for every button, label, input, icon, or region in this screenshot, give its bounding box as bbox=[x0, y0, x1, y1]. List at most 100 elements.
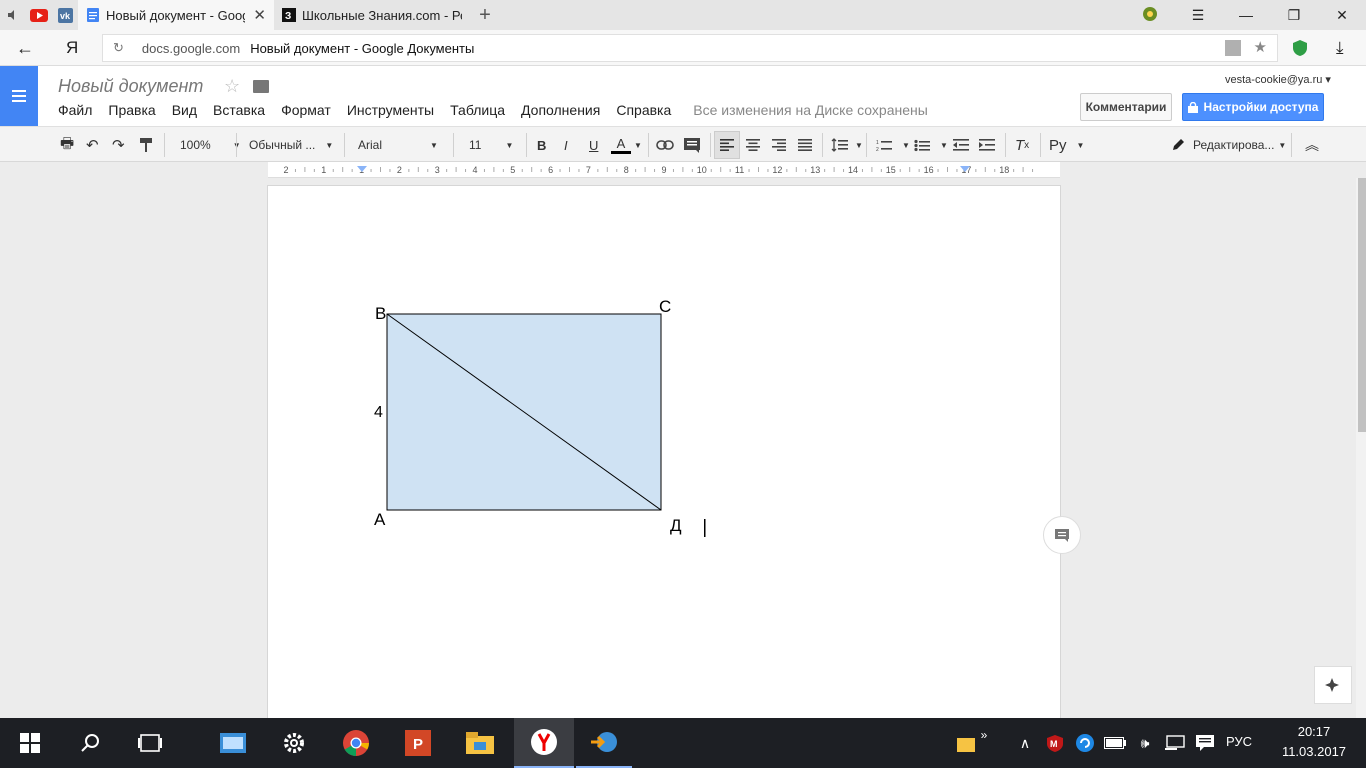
clock[interactable]: 20:17 11.03.2017 bbox=[1272, 722, 1356, 762]
ruler-label: 10 bbox=[697, 165, 707, 175]
text-color-button[interactable]: A bbox=[611, 127, 631, 163]
underline-button[interactable]: U bbox=[589, 127, 598, 163]
font-size-select[interactable]: 11 ▼ bbox=[469, 127, 513, 163]
powerpoint-icon[interactable]: P bbox=[390, 718, 446, 768]
star-icon[interactable]: ☆ bbox=[224, 76, 240, 97]
bookmark-star-icon[interactable]: ★ bbox=[1254, 38, 1267, 56]
menu-help[interactable]: Справка bbox=[616, 102, 671, 118]
ruler-label: 1 bbox=[321, 165, 326, 175]
chrome-icon[interactable] bbox=[328, 718, 384, 768]
scrollbar-thumb[interactable] bbox=[1358, 178, 1366, 432]
link-icon[interactable] bbox=[656, 127, 674, 163]
sound-icon[interactable] bbox=[0, 0, 26, 30]
drawing[interactable]: B C A Д 4 bbox=[268, 186, 1062, 726]
tab-znanija[interactable]: З Школьные Знания.com - Решение задач bbox=[274, 0, 470, 30]
save-status[interactable]: Все изменения на Диске сохранены bbox=[693, 102, 928, 118]
add-comment-icon[interactable] bbox=[1043, 516, 1081, 554]
bold-button[interactable]: B bbox=[537, 127, 546, 163]
svg-text:1: 1 bbox=[876, 140, 879, 146]
menu-insert[interactable]: Вставка bbox=[213, 102, 265, 118]
undo-icon[interactable]: ↶ bbox=[86, 127, 99, 163]
search-icon[interactable] bbox=[62, 718, 118, 768]
update-icon[interactable] bbox=[1072, 718, 1098, 768]
document-page[interactable]: B C A Д 4 bbox=[267, 185, 1061, 725]
ruler[interactable]: 21123456789101112131415161718 bbox=[268, 162, 1060, 178]
label-d: Д bbox=[670, 516, 682, 535]
align-right-button[interactable] bbox=[772, 127, 786, 163]
mcafee-icon[interactable]: M bbox=[1042, 718, 1068, 768]
reload-icon[interactable]: ↻ bbox=[113, 40, 124, 56]
close-tab-icon[interactable]: ✕ bbox=[253, 6, 266, 24]
align-center-button[interactable] bbox=[746, 127, 760, 163]
yandex-browser-taskbar-icon[interactable] bbox=[514, 718, 574, 768]
minimize-icon[interactable]: — bbox=[1222, 7, 1270, 23]
label-c: C bbox=[659, 297, 671, 316]
close-window-icon[interactable]: ✕ bbox=[1318, 7, 1366, 24]
browser-menu-icon[interactable]: ☰ bbox=[1174, 7, 1222, 24]
align-justify-button[interactable] bbox=[798, 127, 812, 163]
vk-tab-icon[interactable]: vk bbox=[52, 0, 78, 30]
menu-file[interactable]: Файл bbox=[58, 102, 92, 118]
ruler-label: 9 bbox=[661, 165, 666, 175]
network-icon[interactable] bbox=[1162, 718, 1188, 768]
editing-mode-button[interactable]: Редактирова... ▼ bbox=[1171, 127, 1286, 163]
collapse-menus-icon[interactable]: ︽ bbox=[1305, 127, 1319, 163]
menu-format[interactable]: Формат bbox=[281, 102, 331, 118]
battery-icon[interactable] bbox=[1102, 718, 1128, 768]
tab-google-docs[interactable]: Новый документ - Google Документы ✕ bbox=[78, 0, 274, 30]
notifications-icon[interactable] bbox=[1192, 718, 1218, 768]
zoom-select[interactable]: 100%▼ bbox=[180, 127, 241, 163]
print-icon[interactable]: 🖶 bbox=[60, 127, 74, 163]
task-view-icon[interactable] bbox=[122, 718, 178, 768]
style-select[interactable]: Обычный ... ▼ bbox=[249, 127, 333, 163]
address-field[interactable]: ↻ docs.google.com Новый документ - Googl… bbox=[102, 34, 1278, 62]
document-title[interactable]: Новый документ bbox=[58, 76, 203, 97]
network-app-icon[interactable] bbox=[576, 718, 632, 768]
lock-icon[interactable] bbox=[1225, 40, 1241, 56]
folder-icon[interactable] bbox=[253, 80, 269, 93]
paint-format-icon[interactable] bbox=[140, 127, 152, 163]
line-spacing-icon[interactable]: ▼ bbox=[831, 127, 863, 163]
increase-indent-icon[interactable] bbox=[979, 127, 995, 163]
menu-table[interactable]: Таблица bbox=[450, 102, 505, 118]
shield-icon[interactable] bbox=[1292, 39, 1312, 62]
comments-button[interactable]: Комментарии bbox=[1080, 93, 1172, 121]
settings-gear-icon[interactable] bbox=[266, 718, 322, 768]
control-panel-icon[interactable] bbox=[205, 718, 261, 768]
yandex-protect-icon[interactable] bbox=[1126, 6, 1174, 25]
yandex-icon[interactable]: Я bbox=[66, 38, 78, 58]
lock-icon bbox=[1187, 101, 1198, 113]
italic-button[interactable]: I bbox=[564, 127, 568, 163]
download-icon[interactable]: ⤓ bbox=[1336, 38, 1344, 58]
align-left-button[interactable] bbox=[714, 131, 740, 159]
share-button[interactable]: Настройки доступа bbox=[1182, 93, 1324, 121]
explore-icon[interactable] bbox=[1314, 666, 1352, 704]
start-icon[interactable] bbox=[2, 718, 58, 768]
comment-icon[interactable] bbox=[684, 127, 700, 163]
redo-icon[interactable]: ↷ bbox=[112, 127, 125, 163]
tray-folder-icon[interactable]: » bbox=[944, 718, 1000, 768]
bulleted-list-icon[interactable]: ▼ bbox=[914, 127, 948, 163]
volume-icon[interactable]: 🕪 bbox=[1132, 718, 1158, 768]
menu-edit[interactable]: Правка bbox=[108, 102, 155, 118]
window-controls: ☰ — ❐ ✕ bbox=[1126, 0, 1366, 30]
numbered-list-icon[interactable]: 1 2 ▼ bbox=[876, 127, 910, 163]
youtube-tab-icon[interactable] bbox=[26, 0, 52, 30]
user-email[interactable]: vesta-cookie@ya.ru ▾ bbox=[1225, 73, 1331, 86]
new-tab-icon[interactable]: + bbox=[470, 0, 500, 30]
restore-icon[interactable]: ❐ bbox=[1270, 7, 1318, 24]
clear-formatting-icon[interactable]: Tx bbox=[1015, 127, 1029, 163]
input-tools-button[interactable]: Ру ▼ bbox=[1049, 127, 1084, 163]
text-color-dropdown-icon[interactable]: ▼ bbox=[634, 127, 642, 163]
file-explorer-icon[interactable] bbox=[452, 718, 508, 768]
menu-view[interactable]: Вид bbox=[172, 102, 197, 118]
ruler-label: 7 bbox=[586, 165, 591, 175]
show-hidden-icons[interactable]: ∧ bbox=[1012, 718, 1038, 768]
docs-home-icon[interactable] bbox=[0, 66, 38, 126]
menu-tools[interactable]: Инструменты bbox=[347, 102, 434, 118]
menu-addons[interactable]: Дополнения bbox=[521, 102, 600, 118]
font-select[interactable]: Arial ▼ bbox=[358, 127, 438, 163]
input-language[interactable]: РУС bbox=[1226, 734, 1252, 749]
back-icon[interactable]: ← bbox=[16, 38, 34, 59]
decrease-indent-icon[interactable] bbox=[953, 127, 969, 163]
